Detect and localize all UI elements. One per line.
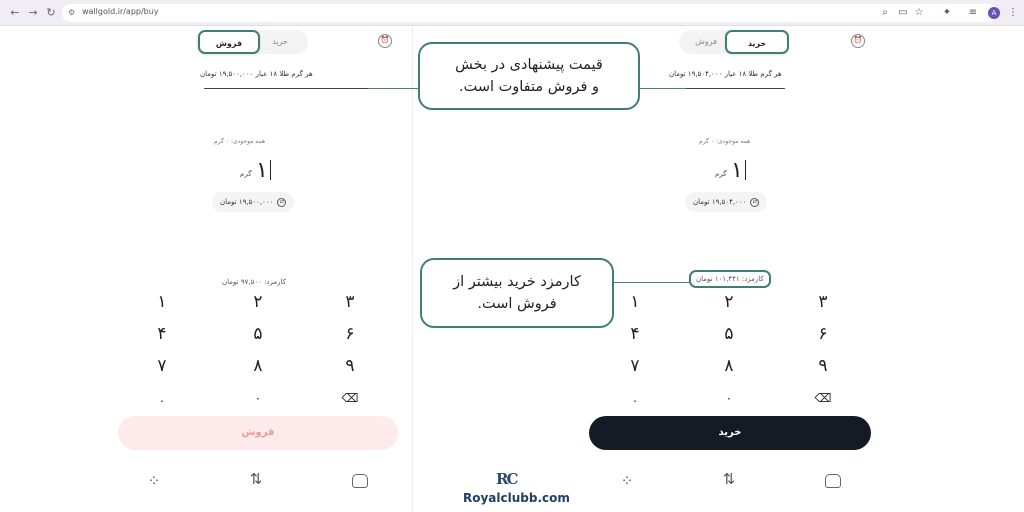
profile-avatar[interactable]: A	[988, 7, 1000, 19]
key-0[interactable]: ۰	[238, 386, 278, 410]
backspace-icon[interactable]: ⌫	[330, 386, 370, 410]
key-9-right[interactable]: ۹	[803, 354, 843, 378]
alarm-icon[interactable]: ⏰	[378, 34, 392, 48]
key-1-right[interactable]: ۱	[615, 290, 655, 314]
buy-sell-toggle-right: فروش خرید	[679, 30, 789, 54]
price-callout-arrow-right	[640, 88, 686, 89]
address-url: wallgold.ir/app/buy	[82, 7, 159, 16]
price-callout-arrow-left	[368, 88, 418, 89]
key-3-right[interactable]: ۳	[803, 290, 843, 314]
home-icon[interactable]	[352, 474, 368, 488]
bookmark-star-icon[interactable]: ☆	[912, 5, 926, 21]
buy-sell-toggle: خرید فروش	[196, 30, 308, 54]
swap-icon[interactable]: ⇅	[246, 470, 266, 488]
key-4-right[interactable]: ۴	[615, 322, 655, 346]
key-0-right[interactable]: ۰	[709, 386, 749, 410]
key-2-right[interactable]: ۲	[709, 290, 749, 314]
panel-divider	[412, 26, 413, 512]
forward-arrow-icon[interactable]: →	[26, 6, 40, 20]
key-decimal[interactable]: .	[142, 386, 182, 410]
key-6-right[interactable]: ۶	[803, 322, 843, 346]
tab-sell-right[interactable]: فروش	[683, 30, 729, 54]
toman-equivalent-right[interactable]: ⇄۱۹,۵۰۴,۰۰۰ تومان	[685, 192, 768, 212]
amount-unit-right: گرم	[715, 170, 727, 178]
alarm-icon[interactable]: ⏰	[851, 34, 865, 48]
fee-callout-arrow	[614, 282, 690, 283]
buy-button[interactable]: خرید	[589, 416, 871, 450]
fee-text: کارمزد: ۹۷,۵۰۰ تومان	[222, 278, 287, 286]
toman-value: ۱۹,۵۰۰,۰۰۰ تومان	[220, 198, 274, 206]
browser-menu-icon[interactable]: ⋮	[1006, 5, 1020, 21]
key-4[interactable]: ۴	[142, 322, 182, 346]
reload-icon[interactable]: ↻	[44, 6, 58, 20]
input-cursor	[270, 160, 271, 180]
key-3[interactable]: ۳	[330, 290, 370, 314]
amount-value-right[interactable]: ۱	[731, 158, 743, 183]
fee-callout: کارمزد خرید بیشتر از فروش است.	[420, 258, 614, 328]
backspace-icon[interactable]: ⌫	[803, 386, 843, 410]
key-8-right[interactable]: ۸	[709, 354, 749, 378]
extensions-icon[interactable]: ✦	[940, 5, 954, 21]
browser-toolbar: ← → ↻ ⚙ wallgold.ir/app/buy ⌕ ▭ ☆ ✦ ≡ A …	[0, 0, 1024, 26]
tab-buy[interactable]: خرید	[256, 30, 304, 54]
site-info-icon[interactable]: ⚙	[68, 8, 75, 17]
key-9[interactable]: ۹	[330, 354, 370, 378]
toman-equivalent[interactable]: ⇄۱۹,۵۰۰,۰۰۰ تومان	[212, 192, 295, 212]
input-cursor-right	[745, 160, 746, 180]
convert-icon: ⇄	[277, 197, 287, 207]
key-5-right[interactable]: ۵	[709, 322, 749, 346]
tab-buy-right[interactable]: خرید	[725, 30, 789, 54]
key-5[interactable]: ۵	[238, 322, 278, 346]
apps-icon[interactable]: ⁘	[617, 472, 637, 490]
key-8[interactable]: ۸	[238, 354, 278, 378]
fee-text-right: کارمزد: ۱۰۱,۴۴۱ تومان	[689, 270, 771, 288]
apps-icon[interactable]: ⁘	[144, 472, 164, 490]
back-arrow-icon[interactable]: ←	[8, 6, 22, 20]
amount-value[interactable]: ۱	[256, 158, 268, 183]
zoom-icon[interactable]: ⌕	[878, 5, 892, 21]
sell-panel: خرید فروش ⏰ هر گرم طلا ۱۸ عیار ۱۹,۵۰۰,۰۰…	[0, 26, 412, 512]
tab-sell[interactable]: فروش	[198, 30, 260, 54]
balance-text-right: همه موجودی: ۰ گرم	[699, 138, 751, 145]
swap-icon[interactable]: ⇅	[719, 470, 739, 488]
gold-price-right: هر گرم طلا ۱۸ عیار ۱۹,۵۰۴,۰۰۰ تومان	[669, 70, 782, 78]
watermark-logo: RC	[496, 470, 518, 488]
key-6[interactable]: ۶	[330, 322, 370, 346]
balance-text: همه موجودی: ۰ گرم	[214, 138, 266, 145]
amount-unit: گرم	[240, 170, 252, 178]
watermark-site: Royalclubb.com	[463, 491, 570, 505]
menu-list-icon[interactable]: ≡	[966, 5, 980, 21]
price-callout: قیمت پیشنهادی در بخش و فروش متفاوت است.	[418, 42, 640, 110]
cast-icon[interactable]: ▭	[896, 5, 910, 21]
key-7[interactable]: ۷	[142, 354, 182, 378]
toman-value-right: ۱۹,۵۰۴,۰۰۰ تومان	[693, 198, 747, 206]
key-7-right[interactable]: ۷	[615, 354, 655, 378]
sell-button[interactable]: فروش	[118, 416, 398, 450]
convert-icon: ⇄	[750, 197, 760, 207]
key-1[interactable]: ۱	[142, 290, 182, 314]
home-icon[interactable]	[825, 474, 841, 488]
gold-price: هر گرم طلا ۱۸ عیار ۱۹,۵۰۰,۰۰۰ تومان	[200, 70, 313, 78]
key-2[interactable]: ۲	[238, 290, 278, 314]
key-decimal-right[interactable]: .	[615, 386, 655, 410]
price-underline	[204, 88, 368, 89]
address-bar[interactable]: ⚙ wallgold.ir/app/buy	[62, 4, 998, 22]
